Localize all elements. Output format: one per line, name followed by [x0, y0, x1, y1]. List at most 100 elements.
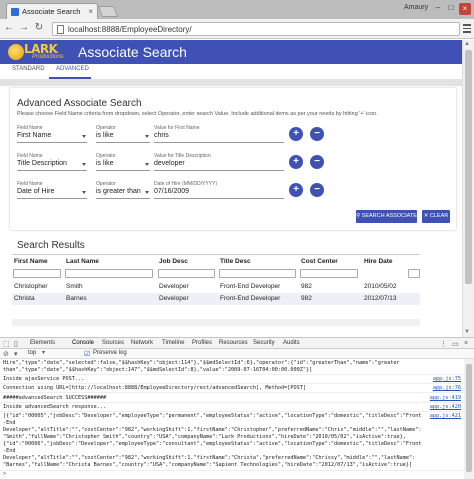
- console-separator: [0, 411, 464, 412]
- new-tab-button[interactable]: [97, 6, 119, 17]
- forward-icon[interactable]: →: [18, 22, 30, 33]
- operator-select[interactable]: is greater than: [96, 187, 150, 199]
- more-options-icon[interactable]: ⋮: [440, 340, 447, 348]
- console-scroll-thumb[interactable]: [466, 364, 472, 472]
- devtools-tab-profiles[interactable]: Profiles: [192, 340, 212, 346]
- back-icon[interactable]: ←: [3, 22, 15, 33]
- console-line: #####advancedSearch SUCCESS######: [3, 395, 107, 401]
- console-line: Developer","altTitle":"","costCenter":"9…: [3, 455, 416, 461]
- devtools-tab-timeline[interactable]: Timeline: [162, 340, 184, 346]
- scroll-up-icon[interactable]: ▲: [464, 41, 470, 47]
- clear-console-icon[interactable]: ⊘: [3, 350, 9, 358]
- devtools-tab-resources[interactable]: Resources: [219, 340, 248, 346]
- filter-first-name-input[interactable]: [13, 269, 61, 278]
- cell-job-desc: Developer: [159, 295, 189, 302]
- add-criteria-button[interactable]: +: [289, 127, 303, 141]
- console-source-link[interactable]: app.js:420: [430, 404, 461, 410]
- preserve-log-checkbox[interactable]: ☑: [84, 350, 90, 358]
- filter-title-desc-input[interactable]: [219, 269, 296, 278]
- column-header-last-name[interactable]: Last Name: [64, 258, 156, 265]
- console-source-link[interactable]: app.js:421: [430, 413, 461, 419]
- table-row[interactable]: Christopher Smith Developer Front-End De…: [12, 281, 420, 293]
- filter-job-desc-input[interactable]: [158, 269, 215, 278]
- filter-hire-date-input[interactable]: [408, 269, 420, 278]
- column-header-cost-center[interactable]: Cost Center: [299, 258, 361, 265]
- operator-value: is greater than: [96, 188, 141, 195]
- search-mode-tabs: STANDARD ADVANCED: [0, 64, 462, 78]
- operator-select[interactable]: is like: [96, 159, 150, 171]
- close-window-icon[interactable]: ×: [459, 3, 471, 15]
- remove-criteria-button[interactable]: −: [310, 183, 324, 197]
- dock-icon[interactable]: ▭: [452, 340, 459, 348]
- address-bar[interactable]: localhost:8888/EmployeeDirectory/: [52, 22, 460, 36]
- cell-hire-date: 2012/07/13: [364, 295, 397, 302]
- cell-cost-center: 982: [301, 295, 312, 302]
- browser-tab[interactable]: Associate Search ×: [6, 3, 98, 19]
- inspect-icon[interactable]: ⬚: [3, 340, 10, 348]
- devtools-tab-security[interactable]: Security: [253, 340, 275, 346]
- clear-button[interactable]: ✕ CLEAR: [422, 210, 450, 223]
- console-scrollbar[interactable]: [464, 359, 474, 479]
- operator-select[interactable]: is like: [96, 131, 150, 143]
- browser-tab-title: Associate Search: [22, 7, 81, 16]
- chevron-down-icon: [145, 135, 149, 138]
- column-header-hire-date[interactable]: Hire Date: [362, 258, 418, 265]
- close-tab-icon[interactable]: ×: [88, 7, 93, 16]
- tab-advanced[interactable]: ADVANCED: [56, 66, 89, 72]
- devtools-tab-audits[interactable]: Audits: [283, 340, 300, 346]
- console-prompt-icon[interactable]: >: [3, 471, 6, 477]
- devtools-tab-elements[interactable]: Elements: [30, 340, 55, 346]
- close-devtools-icon[interactable]: ×: [464, 340, 468, 347]
- console-line: "Smith","fullName":"Christopher Smith","…: [3, 434, 406, 440]
- field-name-select[interactable]: Date of Hire: [17, 187, 87, 199]
- date-input[interactable]: 07/16/2009: [154, 187, 284, 199]
- remove-criteria-button[interactable]: −: [310, 155, 324, 169]
- table-row[interactable]: Christa Barnes Developer Front-End Devel…: [12, 293, 420, 305]
- field-name-value: First Name: [17, 132, 52, 139]
- add-criteria-button[interactable]: +: [289, 183, 303, 197]
- cell-title-desc: Front-End Developer: [220, 283, 281, 290]
- page-scroll-thumb[interactable]: [465, 50, 472, 284]
- console-source-link[interactable]: app.js:76: [433, 385, 461, 391]
- results-horizontal-scrollbar[interactable]: [12, 319, 420, 326]
- column-header-title-desc[interactable]: Title Desc: [218, 258, 298, 265]
- criteria-row: Field Name First Name Operator is like V…: [10, 125, 456, 147]
- clear-label: CLEAR: [429, 213, 449, 219]
- maximize-icon[interactable]: □: [445, 3, 457, 12]
- cell-last-name: Barnes: [66, 295, 87, 302]
- value-input[interactable]: developer: [154, 159, 284, 171]
- search-associate-button[interactable]: ⚲ SEARCH ASSOCIATE: [356, 210, 417, 223]
- cell-first-name: Christa: [14, 295, 35, 302]
- column-header-job-desc[interactable]: Job Desc: [157, 258, 217, 265]
- console-line: Hire","type":"date","selected":false,"$$…: [3, 360, 400, 366]
- operator-value: is like: [96, 132, 114, 139]
- field-name-select[interactable]: First Name: [17, 131, 87, 143]
- filter-cost-center-input[interactable]: [300, 269, 358, 278]
- value-input[interactable]: chris: [154, 131, 284, 143]
- reload-icon[interactable]: ↻: [33, 22, 45, 33]
- console-filter-bar: ⊘ ▾ top ▾ ☑ Preserve log: [0, 349, 474, 359]
- filter-icon[interactable]: ▾: [14, 350, 18, 358]
- page-scrollbar[interactable]: ▲ ▼: [462, 40, 474, 337]
- remove-criteria-button[interactable]: −: [310, 127, 324, 141]
- column-header-first-name[interactable]: First Name: [12, 258, 64, 265]
- menu-icon[interactable]: [463, 24, 471, 35]
- profile-name[interactable]: Amaury: [404, 4, 428, 11]
- app-title: Associate Search: [78, 44, 187, 60]
- lark-logo: LARK Productions: [8, 42, 74, 62]
- frame-select[interactable]: top: [28, 350, 36, 356]
- console-line: Inside advancedSearch response...: [3, 404, 107, 410]
- field-name-value: Title Description: [17, 160, 67, 167]
- add-criteria-button[interactable]: +: [289, 155, 303, 169]
- filter-last-name-input[interactable]: [65, 269, 153, 278]
- devtools-tab-console[interactable]: Console: [72, 340, 94, 346]
- console-source-link[interactable]: app.js:75: [433, 376, 461, 382]
- field-name-select[interactable]: Title Description: [17, 159, 87, 171]
- devtools-tab-sources[interactable]: Sources: [102, 340, 124, 346]
- devtools-tab-network[interactable]: Network: [131, 340, 153, 346]
- console-source-link[interactable]: app.js:419: [430, 395, 461, 401]
- tab-standard[interactable]: STANDARD: [12, 66, 45, 72]
- scroll-down-icon[interactable]: ▼: [464, 329, 470, 335]
- minimize-icon[interactable]: –: [432, 3, 444, 12]
- device-mode-icon[interactable]: ▯: [14, 340, 18, 348]
